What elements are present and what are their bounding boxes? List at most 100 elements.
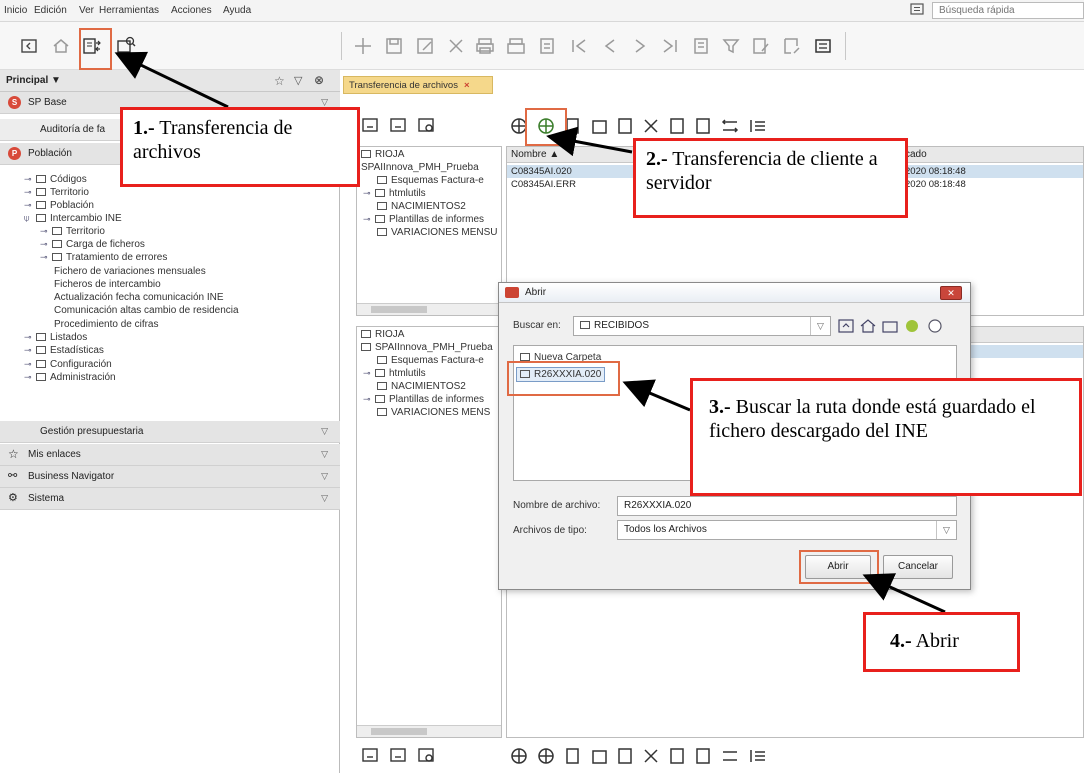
tree-item-tratamiento-errores[interactable]: ⊸ Tratamiento de errores — [40, 252, 167, 263]
tree-item-plantillas[interactable]: ⊸ Plantillas de informes — [363, 394, 484, 405]
tree-item-esquemas[interactable]: Esquemas Factura-e — [377, 175, 484, 186]
tree-item-territorio-ine[interactable]: ⊸ Territorio — [40, 226, 105, 237]
tree-item-variaciones[interactable]: VARIACIONES MENSU — [377, 227, 498, 238]
export-icon[interactable] — [781, 35, 803, 57]
dialog-title-bar[interactable]: Abrir ✕ — [499, 283, 970, 303]
column-modificado[interactable]: cado — [905, 149, 927, 160]
menu-ayuda[interactable]: Ayuda — [223, 5, 251, 16]
cancelar-button[interactable]: Cancelar — [883, 555, 953, 579]
star-icon: ☆ — [8, 447, 19, 461]
previous-record-icon[interactable] — [599, 35, 621, 57]
folder-icon — [377, 228, 387, 236]
print-icon[interactable] — [474, 35, 496, 57]
tree-item-actualizacion[interactable]: Actualización fecha comunicación INE — [54, 292, 224, 303]
chevron-down-icon[interactable]: ▼ — [51, 75, 61, 86]
tree-item-htmlutils[interactable]: ⊸ htmlutils — [363, 188, 426, 199]
folder-icon — [375, 395, 385, 403]
tree-item-nacimientos[interactable]: NACIMIENTOS2 — [377, 381, 466, 392]
tree-item-poblacion[interactable]: ⊸ Población — [24, 200, 94, 211]
buscar-en-combo[interactable]: RECIBIDOS ▽ — [573, 316, 831, 336]
folder-icon — [36, 333, 46, 341]
add-icon[interactable] — [352, 35, 374, 57]
folder-icon — [377, 408, 387, 416]
dialog-nav-toolbar[interactable] — [837, 318, 961, 334]
tree-item-spai[interactable]: SPAIInnova_PMH_Prueba — [361, 342, 493, 353]
home-icon[interactable] — [50, 35, 72, 57]
horizontal-scrollbar[interactable] — [357, 725, 501, 737]
menu-edicion[interactable]: Edición — [34, 5, 67, 16]
tree-item-configuracion[interactable]: ⊸ Configuración — [24, 359, 112, 370]
tree-item-spai[interactable]: SPAIInnova_PMH_Prueba — [361, 162, 479, 173]
filter-icon[interactable] — [720, 35, 742, 57]
collapse-panel-icon[interactable] — [18, 35, 40, 57]
horizontal-scrollbar[interactable] — [357, 303, 501, 315]
filetype-combo[interactable]: Todos los Archivos ▽ — [617, 520, 957, 540]
server-tree-panel: RIOJA SPAIInnova_PMH_Prueba Esquemas Fac… — [356, 146, 502, 316]
user-search-icon[interactable] — [115, 35, 137, 57]
tree-item-nacimientos[interactable]: NACIMIENTOS2 — [377, 201, 466, 212]
tree-item-variaciones[interactable]: Fichero de variaciones mensuales — [54, 266, 206, 277]
tree-item-listados[interactable]: ⊸ Listados — [24, 332, 87, 343]
tree-item-esquemas[interactable]: Esquemas Factura-e — [377, 355, 484, 366]
close-panel-icon[interactable]: ⊗ — [314, 73, 324, 87]
quick-search-input[interactable] — [932, 2, 1084, 19]
tree-item-carga-ficheros[interactable]: ⊸ Carga de ficheros — [40, 239, 145, 250]
message-icon[interactable] — [910, 3, 924, 17]
report-icon[interactable] — [812, 35, 834, 57]
last-record-icon[interactable] — [659, 35, 681, 57]
client-transfer-toolbar[interactable] — [509, 746, 779, 766]
panel-title[interactable]: Principal — [6, 75, 48, 86]
close-tab-icon[interactable]: × — [464, 80, 470, 91]
filename-input[interactable]: R26XXXIA.020 — [617, 496, 957, 516]
folder-icon — [36, 373, 46, 381]
section-business-navigator[interactable]: ⚯ Business Navigator ▽ — [0, 466, 340, 488]
dialog-title: Abrir — [525, 287, 547, 298]
tree-item-territorio[interactable]: ⊸ Territorio — [24, 187, 89, 198]
tree-item-ficheros-intercambio[interactable]: Ficheros de intercambio — [54, 279, 161, 290]
column-nombre[interactable]: Nombre ▲ — [511, 149, 559, 160]
edit-document-icon[interactable] — [750, 35, 772, 57]
tree-item-intercambio-ine[interactable]: ⍦ Intercambio INE — [24, 213, 122, 224]
first-record-icon[interactable] — [568, 35, 590, 57]
server-folder-toolbar[interactable] — [361, 116, 443, 134]
tree-item-rioja[interactable]: RIOJA — [361, 149, 404, 160]
tree-item-rioja[interactable]: RIOJA — [361, 329, 404, 340]
section-mis-enlaces[interactable]: ☆ Mis enlaces ▽ — [0, 444, 340, 466]
form-icon[interactable] — [690, 35, 712, 57]
section-gestion[interactable]: Gestión presupuestaria ▽ — [0, 421, 340, 443]
panel-header: Principal ▼ ☆ ▽ ⊗ — [0, 70, 340, 92]
folder-icon — [520, 353, 530, 361]
tree-item-plantillas[interactable]: ⊸ Plantillas de informes — [363, 214, 484, 225]
tree-item-administracion[interactable]: ⊸ Administración — [24, 372, 116, 383]
section-label: Población — [28, 148, 72, 159]
save-icon[interactable] — [383, 35, 405, 57]
folder-icon — [52, 227, 62, 235]
client-folder-toolbar[interactable] — [361, 746, 443, 764]
tree-item-variaciones[interactable]: VARIACIONES MENS — [377, 407, 490, 418]
close-dialog-button[interactable]: ✕ — [940, 286, 962, 300]
tree-item-htmlutils[interactable]: ⊸ htmlutils — [363, 368, 426, 379]
folder-icon — [36, 188, 46, 196]
folder-icon — [52, 253, 62, 261]
print-preview-icon[interactable] — [505, 35, 527, 57]
menu-acciones[interactable]: Acciones — [171, 5, 212, 16]
document-icon[interactable] — [536, 35, 558, 57]
tree-item-estadisticas[interactable]: ⊸ Estadísticas — [24, 345, 104, 356]
delete-icon[interactable] — [445, 35, 467, 57]
next-record-icon[interactable] — [629, 35, 651, 57]
tab-transferencia-archivos[interactable]: Transferencia de archivos × — [343, 76, 493, 94]
folder-icon — [36, 201, 46, 209]
highlight-abrir-button — [799, 550, 879, 584]
section-sistema[interactable]: ⚙ Sistema ▽ — [0, 488, 340, 510]
menu-herramientas[interactable]: Herramientas — [99, 5, 159, 16]
menu-inicio[interactable]: Inicio — [4, 5, 27, 16]
tree-item-comunicacion[interactable]: Comunicación altas cambio de residencia — [54, 305, 239, 316]
filter-icon[interactable]: ▽ — [294, 74, 302, 87]
section-label: Gestión presupuestaria — [40, 426, 144, 437]
save-as-icon[interactable] — [414, 35, 436, 57]
folder-icon — [375, 215, 385, 223]
star-icon[interactable]: ☆ — [274, 74, 285, 88]
tree-item-codigos[interactable]: ⊸ Códigos — [24, 174, 87, 185]
tree-item-procedimiento[interactable]: Procedimiento de cifras — [54, 319, 159, 330]
menu-ver[interactable]: Ver — [79, 5, 94, 16]
